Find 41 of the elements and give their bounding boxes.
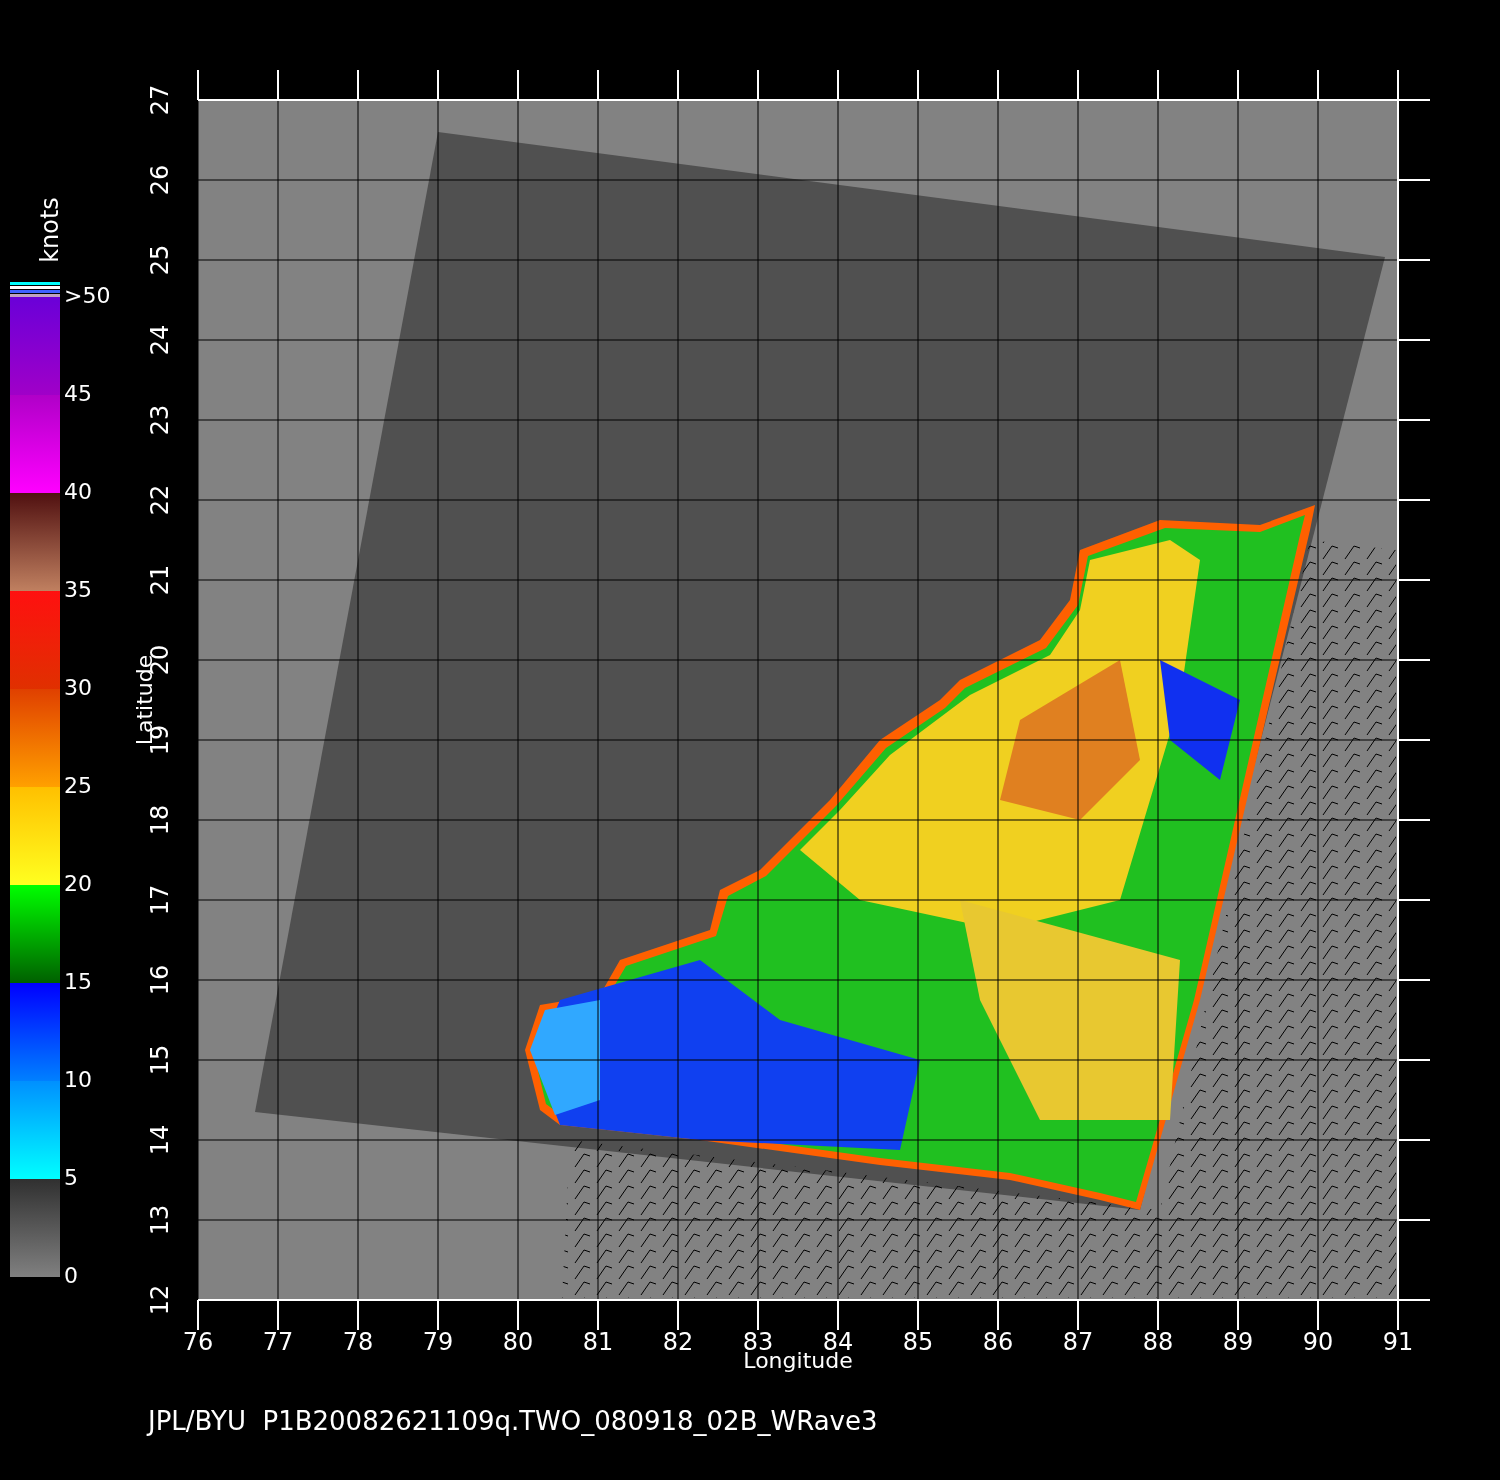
longitude-tick-label: 87 <box>1062 1328 1094 1356</box>
latitude-tick-label: 26 <box>146 164 174 196</box>
latitude-tick-label: 15 <box>146 1044 174 1076</box>
longitude-tick-label: 80 <box>502 1328 534 1356</box>
latitude-tick-label: 27 <box>146 84 174 116</box>
latitude-tick-label: 14 <box>146 1124 174 1156</box>
longitude-tick-label: 85 <box>902 1328 934 1356</box>
color-scale-label: 40 <box>64 479 92 504</box>
color-scale-label: 25 <box>64 773 92 798</box>
color-scale-label: 15 <box>64 969 92 994</box>
latitude-tick-label: 13 <box>146 1204 174 1236</box>
unit-label: knots <box>36 197 64 263</box>
longitude-tick-label: 76 <box>182 1328 214 1356</box>
latitude-tick-label: 21 <box>146 564 174 596</box>
longitude-tick-label: 79 <box>422 1328 454 1356</box>
latitude-tick-label: 12 <box>146 1284 174 1316</box>
latitude-tick-label: 23 <box>146 404 174 436</box>
longitude-tick-label: 82 <box>662 1328 694 1356</box>
longitude-tick-label: 89 <box>1222 1328 1254 1356</box>
color-scale-label: 45 <box>64 381 92 406</box>
color-scale-label: 30 <box>64 675 92 700</box>
color-scale-label: 35 <box>64 577 92 602</box>
plot-caption: JPL/BYU P1B20082621109q.TWO_080918_02B_WRave3 <box>148 1406 878 1436</box>
color-scale-label: 20 <box>64 871 92 896</box>
longitude-tick-label: 90 <box>1302 1328 1334 1356</box>
longitude-tick-label: 88 <box>1142 1328 1174 1356</box>
longitude-tick-label: 91 <box>1382 1328 1414 1356</box>
latitude-tick-label: 16 <box>146 964 174 996</box>
color-scale-label: 5 <box>64 1165 78 1190</box>
latitude-tick-label: 24 <box>146 324 174 356</box>
latitude-tick-label: 22 <box>146 484 174 516</box>
color-scale-label: 0 <box>64 1263 78 1288</box>
latitude-tick-label: 18 <box>146 804 174 836</box>
longitude-tick-label: 81 <box>582 1328 614 1356</box>
latitude-tick-label: 25 <box>146 244 174 276</box>
longitude-tick-label: 86 <box>982 1328 1014 1356</box>
latitude-tick-label: 17 <box>146 884 174 916</box>
color-scale-label: 10 <box>64 1067 92 1092</box>
longitude-tick-label: 77 <box>262 1328 294 1356</box>
color-scale-label: >50 <box>64 283 111 308</box>
longitude-tick-label: 78 <box>342 1328 374 1356</box>
